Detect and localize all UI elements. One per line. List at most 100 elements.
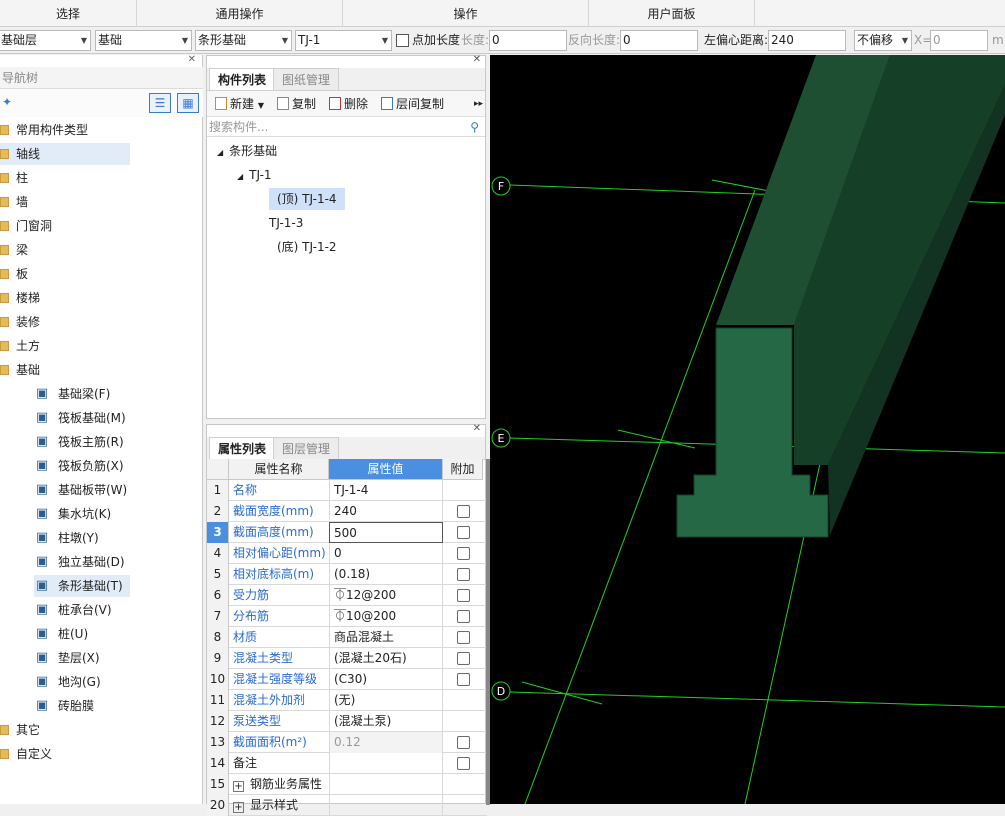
offset-mode-select[interactable]: 不偏移 ▼ <box>854 30 912 51</box>
property-row[interactable]: 12 泵送类型 (混凝土泵) <box>207 711 487 732</box>
property-row[interactable]: 3 截面高度(mm) 500 <box>207 522 487 543</box>
nav-item[interactable]: 自定义 <box>0 743 130 765</box>
tab-drawing-management[interactable]: 图纸管理 <box>273 68 340 90</box>
nav-sub-item[interactable]: ▣ 基础梁(F) <box>34 383 130 405</box>
property-value[interactable] <box>329 753 443 774</box>
property-row[interactable]: 4 相对偏心距(mm) 0 <box>207 543 487 564</box>
expand-icon[interactable]: + <box>233 781 244 792</box>
nav-item[interactable]: 楼梯 <box>0 287 130 309</box>
menu-operations[interactable]: 操作 <box>343 0 589 27</box>
additional-checkbox[interactable] <box>457 505 470 518</box>
collapse-triangle-icon[interactable]: ◢ <box>237 172 243 181</box>
additional-checkbox[interactable] <box>457 652 470 665</box>
tab-property-list[interactable]: 属性列表 <box>209 437 276 459</box>
search-icon[interactable]: ⚲ <box>470 117 479 137</box>
additional-checkbox[interactable] <box>457 547 470 560</box>
nav-sub-item[interactable]: ▣ 独立基础(D) <box>34 551 130 573</box>
nav-sub-item[interactable]: ▣ 垫层(X) <box>34 647 130 669</box>
close-icon[interactable]: ✕ <box>473 423 481 434</box>
more-tools-button[interactable]: ▸▸ <box>474 95 483 113</box>
menu-select[interactable]: 选择 <box>0 0 137 27</box>
property-value[interactable]: 500 <box>329 522 443 543</box>
property-value[interactable]: 240 <box>329 501 443 522</box>
additional-checkbox[interactable] <box>457 568 470 581</box>
additional-checkbox[interactable] <box>457 631 470 644</box>
nav-sub-item[interactable]: ▣ 桩承台(V) <box>34 599 130 621</box>
property-value[interactable]: ⏁10@200 <box>329 606 443 627</box>
nav-sub-item[interactable]: ▣ 地沟(G) <box>34 671 130 693</box>
nav-sub-item[interactable]: ▣ 集水坑(K) <box>34 503 130 525</box>
property-row[interactable]: 9 混凝土类型 (混凝土20石) <box>207 648 487 669</box>
property-value[interactable]: 0.12 <box>329 732 443 753</box>
additional-checkbox[interactable] <box>457 589 470 602</box>
property-row[interactable]: 11 混凝土外加剂 (无) <box>207 690 487 711</box>
property-row[interactable]: 13 截面面积(m²) 0.12 <box>207 732 487 753</box>
nav-item[interactable]: 常用构件类型 <box>0 119 130 141</box>
nav-item[interactable]: 轴线 <box>0 143 130 165</box>
close-icon[interactable]: ✕ <box>188 54 196 65</box>
tree-leaf[interactable]: TJ-1-3 <box>269 212 303 234</box>
delete-button[interactable]: 删除 <box>329 95 368 113</box>
property-row[interactable]: 8 材质 商品混凝土 <box>207 627 487 648</box>
nav-sub-item[interactable]: ▣ 柱墩(Y) <box>34 527 130 549</box>
nav-item[interactable]: 装修 <box>0 311 130 333</box>
floor-copy-button[interactable]: 层间复制 <box>381 95 444 113</box>
additional-checkbox[interactable] <box>457 757 470 770</box>
nav-item[interactable]: 墙 <box>0 191 130 213</box>
nav-item[interactable]: 板 <box>0 263 130 285</box>
additional-checkbox[interactable] <box>457 526 470 539</box>
3d-viewport[interactable]: F E D <box>490 55 1005 804</box>
property-value[interactable]: 0 <box>329 543 443 564</box>
property-row[interactable]: 6 受力筋 ⏁12@200 <box>207 585 487 606</box>
length-input[interactable]: 0 <box>489 30 567 51</box>
tab-component-list[interactable]: 构件列表 <box>209 68 276 90</box>
point-length-checkbox[interactable] <box>396 34 409 47</box>
nav-item[interactable]: 基础 <box>0 359 130 381</box>
nav-sub-item[interactable]: ▣ 筏板主筋(R) <box>34 431 130 453</box>
property-row[interactable]: 2 截面宽度(mm) 240 <box>207 501 487 522</box>
tree-root[interactable]: ◢ 条形基础 <box>217 140 277 162</box>
reverse-length-input[interactable]: 0 <box>620 30 698 51</box>
component-select[interactable]: TJ-1 ▼ <box>295 30 392 51</box>
property-row[interactable]: 20 + 显示样式 <box>207 795 487 816</box>
nav-sub-item[interactable]: ▣ 桩(U) <box>34 623 130 645</box>
x-input[interactable]: 0 <box>930 30 988 51</box>
close-icon[interactable]: ✕ <box>473 54 481 65</box>
property-value[interactable]: ⏁12@200 <box>329 585 443 606</box>
property-row[interactable]: 1 名称 TJ-1-4 <box>207 480 487 501</box>
nav-item[interactable]: 梁 <box>0 239 130 261</box>
tree-leaf-selected[interactable]: (顶) TJ-1-4 <box>269 188 345 210</box>
menu-user-panel[interactable]: 用户面板 <box>589 0 755 27</box>
property-value[interactable]: (混凝土20石) <box>329 648 443 669</box>
grid-view-button[interactable]: ▦ <box>177 93 199 113</box>
nav-item[interactable]: 其它 <box>0 719 130 741</box>
property-row[interactable]: 15 + 钢筋业务属性 <box>207 774 487 795</box>
property-value[interactable]: (混凝土泵) <box>329 711 443 732</box>
nav-sub-item[interactable]: ▣ 基础板带(W) <box>34 479 130 501</box>
floor-select[interactable]: 基础层 ▼ <box>0 30 91 51</box>
property-value[interactable]: TJ-1-4 <box>329 480 443 501</box>
property-row[interactable]: 5 相对底标高(m) (0.18) <box>207 564 487 585</box>
menu-general-ops[interactable]: 通用操作 <box>137 0 343 27</box>
property-value[interactable] <box>329 774 443 795</box>
nav-item[interactable]: 土方 <box>0 335 130 357</box>
tree-leaf[interactable]: (底) TJ-1-2 <box>277 236 337 258</box>
property-row[interactable]: 10 混凝土强度等级 (C30) <box>207 669 487 690</box>
nav-sub-item[interactable]: ▣ 砖胎膜 <box>34 695 130 717</box>
property-value[interactable]: (无) <box>329 690 443 711</box>
copy-button[interactable]: 复制 <box>277 95 316 113</box>
property-value[interactable]: (C30) <box>329 669 443 690</box>
tree-child[interactable]: ◢ TJ-1 <box>237 164 272 186</box>
property-value[interactable]: 商品混凝土 <box>329 627 443 648</box>
additional-checkbox[interactable] <box>457 736 470 749</box>
new-button[interactable]: 新建 ▼ <box>215 95 264 113</box>
list-view-button[interactable]: ☰ <box>149 93 171 113</box>
nav-item[interactable]: 柱 <box>0 167 130 189</box>
property-row[interactable]: 7 分布筋 ⏁10@200 <box>207 606 487 627</box>
property-value[interactable] <box>329 795 443 816</box>
nav-sub-item[interactable]: ▣ 筏板负筋(X) <box>34 455 130 477</box>
collapse-triangle-icon[interactable]: ◢ <box>217 148 223 157</box>
category-select[interactable]: 基础 ▼ <box>95 30 192 51</box>
additional-checkbox[interactable] <box>457 610 470 623</box>
left-offset-input[interactable]: 240 <box>768 30 846 51</box>
